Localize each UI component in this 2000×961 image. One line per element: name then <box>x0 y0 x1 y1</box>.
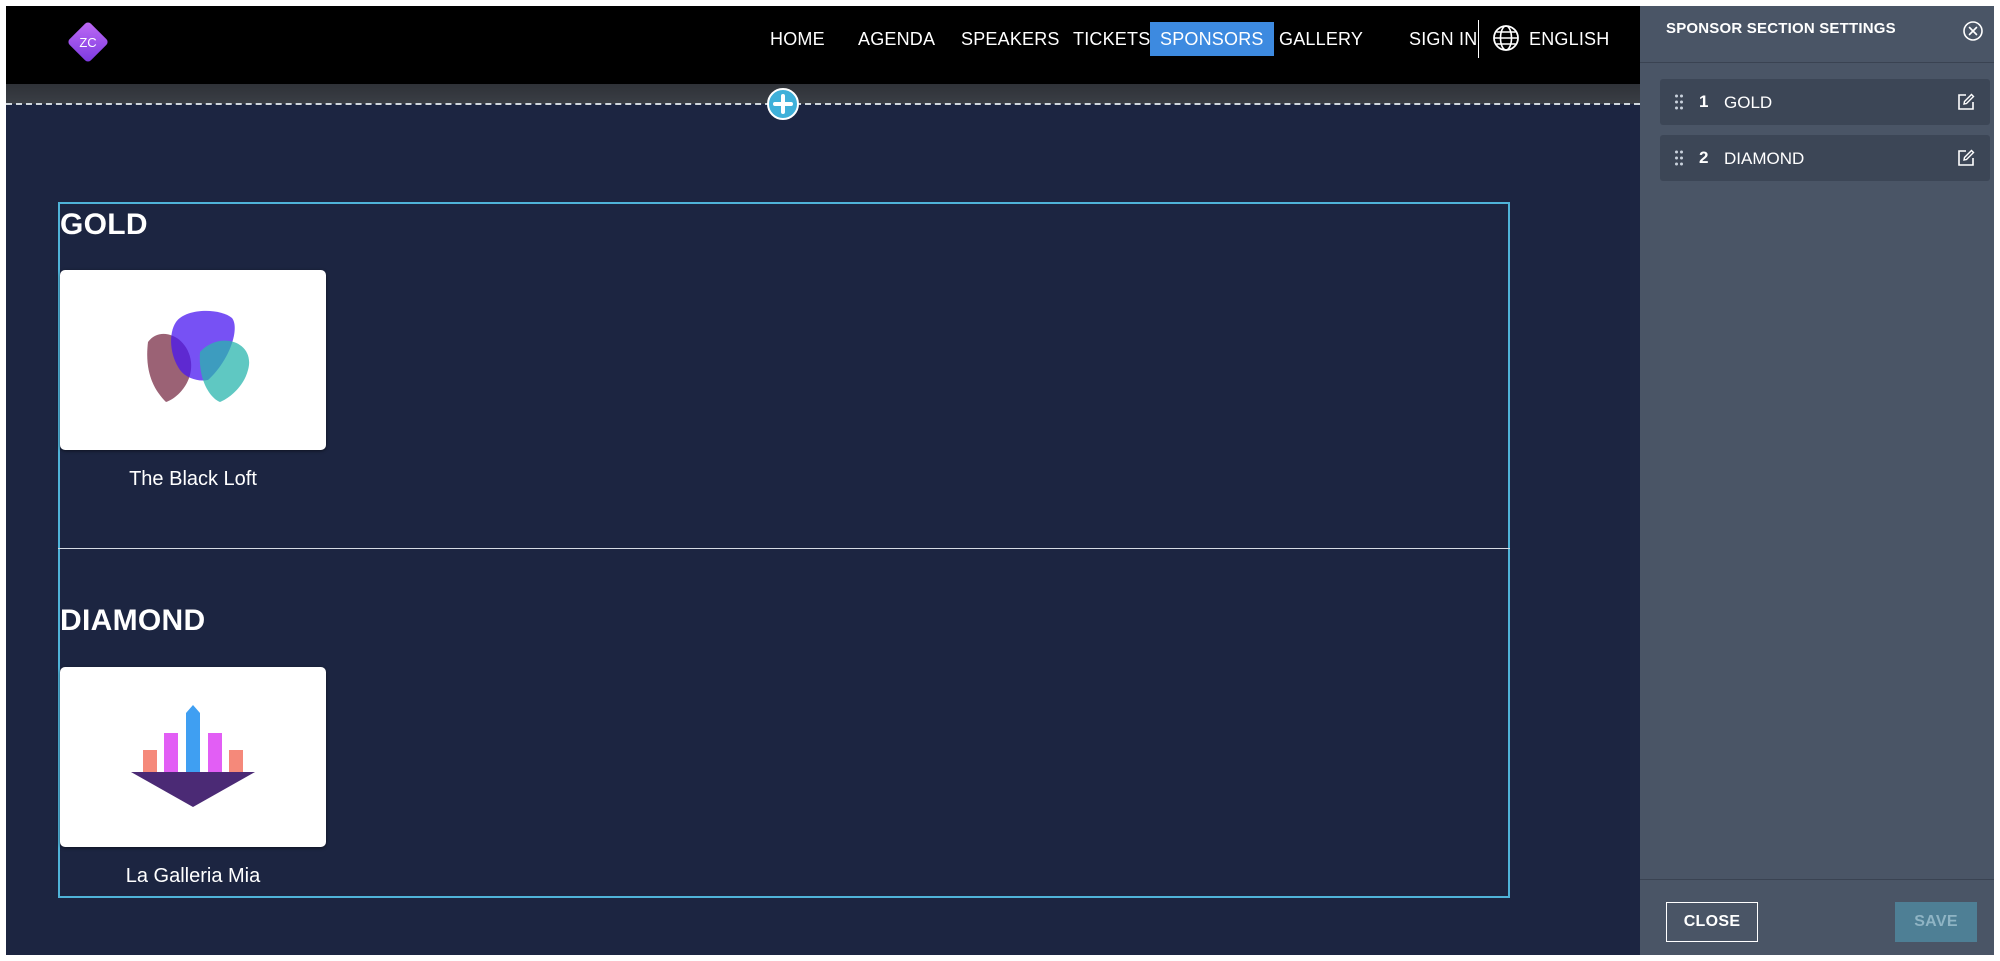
nav-sponsors[interactable]: SPONSORS <box>1150 22 1274 56</box>
level-title-diamond: DIAMOND <box>60 604 206 637</box>
panel-header: SPONSOR SECTION SETTINGS <box>1640 6 1994 63</box>
drag-handle-icon[interactable] <box>1674 93 1684 111</box>
close-button[interactable]: CLOSE <box>1666 902 1758 942</box>
sponsor-card-the-black-loft[interactable] <box>60 270 326 450</box>
level-divider <box>58 548 1510 549</box>
nav-home[interactable]: HOME <box>760 22 835 56</box>
site-header: ZC HOME AGENDA SPEAKERS TICKETS SPONSORS… <box>6 6 1640 84</box>
edit-icon[interactable] <box>1957 93 1975 111</box>
save-button[interactable]: SAVE <box>1895 902 1977 942</box>
section-boundary-line <box>6 103 1640 105</box>
level-title-gold: GOLD <box>60 208 148 241</box>
close-icon[interactable] <box>1962 20 1984 42</box>
overlapping-petals-logo <box>147 310 250 402</box>
nav-agenda[interactable]: AGENDA <box>848 22 945 56</box>
banner-strip <box>6 84 1640 104</box>
nav-speakers[interactable]: SPEAKERS <box>951 22 1070 56</box>
sign-in-link[interactable]: SIGN IN <box>1399 22 1487 56</box>
language-selector[interactable]: ENGLISH <box>1519 22 1619 56</box>
edit-icon[interactable] <box>1957 149 1975 167</box>
level-row-diamond[interactable]: 2 DIAMOND <box>1660 135 1990 181</box>
level-number: 2 <box>1699 148 1709 167</box>
add-section-icon[interactable] <box>767 88 799 120</box>
bar-triangle-logo <box>131 705 255 807</box>
editor-canvas: ZC HOME AGENDA SPEAKERS TICKETS SPONSORS… <box>6 6 1994 955</box>
globe-icon[interactable] <box>1492 24 1520 52</box>
level-number: 1 <box>1699 92 1709 111</box>
drag-handle-icon[interactable] <box>1674 149 1684 167</box>
sponsor-card-la-galleria-mia[interactable] <box>60 667 326 847</box>
level-label: DIAMOND <box>1724 149 1805 168</box>
nav-tickets[interactable]: TICKETS <box>1063 22 1160 56</box>
nav-divider <box>1478 20 1479 58</box>
level-row-gold[interactable]: 1 GOLD <box>1660 79 1990 125</box>
nav-gallery[interactable]: GALLERY <box>1269 22 1373 56</box>
panel-title: SPONSOR SECTION SETTINGS <box>1666 20 1896 37</box>
level-label: GOLD <box>1724 93 1773 112</box>
main-nav: HOME AGENDA SPEAKERS TICKETS SPONSORS GA… <box>6 22 1640 60</box>
sponsor-name-the-black-loft: The Black Loft <box>129 468 257 490</box>
panel-footer: CLOSE SAVE <box>1640 879 1994 955</box>
sponsor-name-la-galleria-mia: La Galleria Mia <box>125 865 261 887</box>
sponsor-settings-panel: SPONSOR SECTION SETTINGS 1 GOLD 2 DIAMON… <box>1640 6 1994 955</box>
